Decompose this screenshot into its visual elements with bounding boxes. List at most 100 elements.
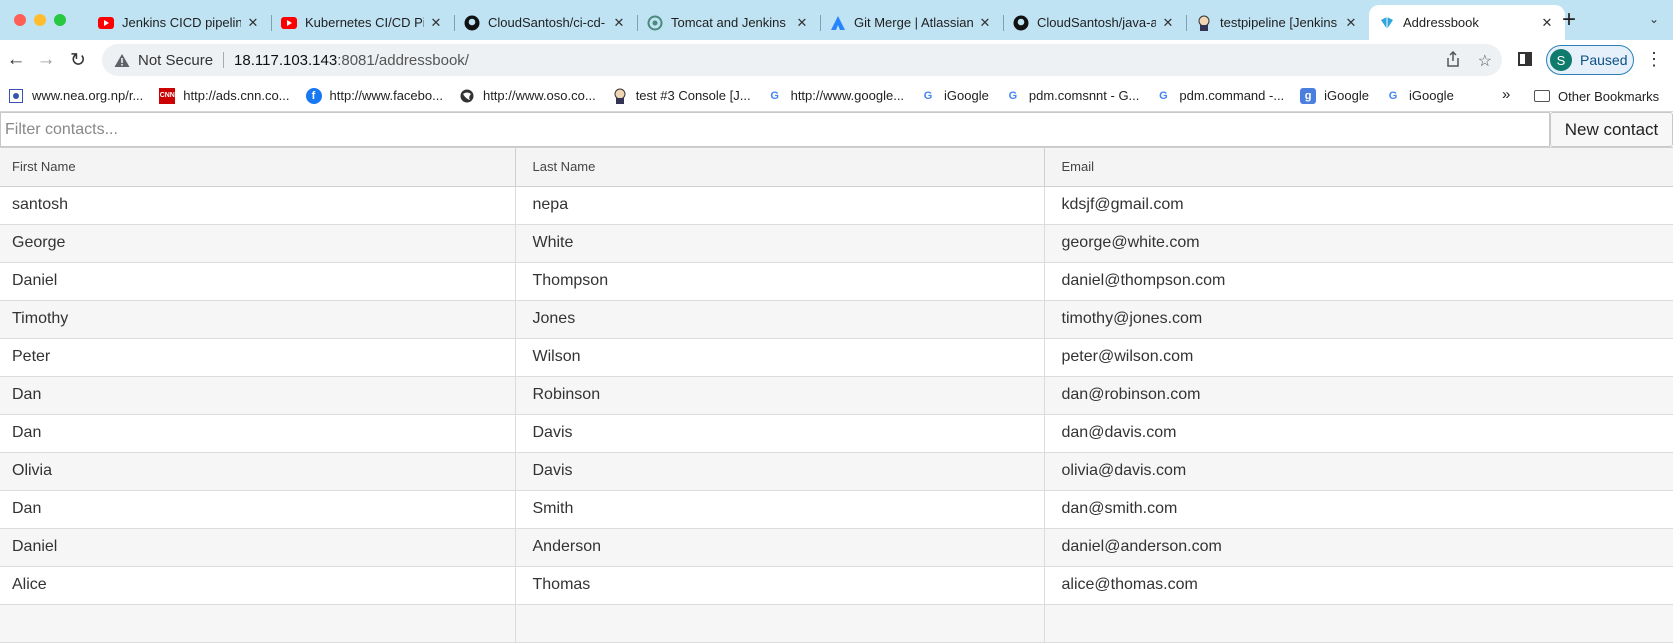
google-icon: G	[770, 89, 779, 102]
tab-jenkins-cicd[interactable]: Jenkins CICD pipeline ✕	[88, 5, 271, 40]
profile-button[interactable]: S Paused	[1546, 45, 1634, 75]
last-name-cell: Smith	[515, 490, 1045, 529]
new-contact-button[interactable]: New contact	[1550, 112, 1673, 147]
last-name-cell: Jones	[515, 300, 1045, 339]
table-row[interactable]: Dan Davis dan@davis.com	[0, 414, 1673, 453]
bookmark-item[interactable]: G iGoogle	[1377, 88, 1462, 104]
side-panel-icon[interactable]	[1518, 52, 1532, 66]
email-cell: dan@smith.com	[1044, 490, 1673, 529]
close-tab-icon[interactable]: ✕	[1160, 15, 1176, 31]
tabs: Jenkins CICD pipeline ✕ Kubernetes CI/CD…	[88, 5, 1565, 40]
google-icon: G	[923, 89, 933, 102]
new-tab-icon[interactable]: +	[1562, 6, 1576, 34]
jenkins-icon	[1196, 15, 1212, 31]
table-row[interactable]: Dan Smith dan@smith.com	[0, 490, 1673, 529]
table-row[interactable]: Alice Thomas alice@thomas.com	[0, 566, 1673, 605]
bookmark-item[interactable]: test #3 Console [J...	[604, 88, 759, 104]
browser-toolbar: ← → ↻ Not Secure 18.117.103.143:8081/add…	[0, 40, 1673, 80]
bookmark-item[interactable]: f http://www.facebo...	[298, 87, 451, 104]
profile-status: Paused	[1580, 52, 1628, 68]
bookmark-item[interactable]: g iGoogle	[1292, 87, 1377, 104]
warning-icon[interactable]	[114, 52, 130, 68]
back-arrow-icon[interactable]: ←	[4, 48, 28, 72]
url-host: 18.117.103.143	[234, 51, 338, 69]
tab-addressbook[interactable]: Addressbook ✕	[1369, 5, 1565, 40]
close-tab-icon[interactable]: ✕	[794, 15, 810, 31]
email-cell: dan@robinson.com	[1044, 376, 1673, 415]
address-bar[interactable]: Not Secure 18.117.103.143:8081/addressbo…	[102, 44, 1502, 76]
bookmark-item[interactable]: CNN http://ads.cnn.co...	[151, 87, 297, 104]
table-row[interactable]: Peter Wilson peter@wilson.com	[0, 338, 1673, 377]
not-secure-label[interactable]: Not Secure	[138, 52, 213, 69]
table-row[interactable]: George White george@white.com	[0, 224, 1673, 263]
tab-git-merge[interactable]: Git Merge | Atlassian ✕	[820, 5, 1003, 40]
table-header-row: First Name Last Name Email	[0, 148, 1673, 187]
url-path: :8081/addressbook/	[337, 51, 469, 69]
first-name-cell: Dan	[0, 490, 516, 529]
email-cell: dan@davis.com	[1044, 414, 1673, 453]
table-row[interactable]: Daniel Anderson daniel@anderson.com	[0, 528, 1673, 567]
close-tab-icon[interactable]: ✕	[245, 15, 261, 31]
google-icon: G	[1159, 89, 1168, 102]
tab-github-ci-cd[interactable]: CloudSantosh/ci-cd- ✕	[454, 5, 637, 40]
bookmark-item[interactable]: G iGoogle	[912, 88, 997, 104]
email-cell: olivia@davis.com	[1044, 452, 1673, 491]
atlassian-icon	[830, 15, 846, 31]
column-header-email[interactable]: Email	[1044, 148, 1673, 187]
table-row[interactable]	[0, 604, 1673, 643]
table-row[interactable]: Olivia Davis olivia@davis.com	[0, 452, 1673, 491]
first-name-cell: santosh	[0, 186, 516, 225]
bookmark-star-icon[interactable]: ☆	[1478, 51, 1492, 72]
facebook-icon: f	[305, 87, 322, 104]
last-name-cell: Thomas	[515, 566, 1045, 605]
close-tab-icon[interactable]: ✕	[428, 15, 444, 31]
share-icon[interactable]	[1446, 50, 1460, 72]
reload-icon[interactable]: ↻	[66, 48, 90, 72]
last-name-cell: Davis	[515, 452, 1045, 491]
first-name-cell: Daniel	[0, 528, 516, 567]
table-row[interactable]: Timothy Jones timothy@jones.com	[0, 300, 1673, 339]
column-header-last-name[interactable]: Last Name	[515, 148, 1045, 187]
bookmark-item[interactable]: http://www.oso.co...	[451, 88, 604, 104]
browser-menu-icon[interactable]: ⋮	[1645, 50, 1663, 68]
close-tab-icon[interactable]: ✕	[1343, 15, 1359, 31]
close-tab-icon[interactable]: ✕	[1539, 15, 1555, 31]
tab-kubernetes[interactable]: Kubernetes CI/CD Pipeline ✕	[271, 5, 454, 40]
tab-github-java[interactable]: CloudSantosh/java-a ✕	[1003, 5, 1186, 40]
first-name-cell: Dan	[0, 414, 516, 453]
last-name-cell: White	[515, 224, 1045, 263]
column-header-first-name[interactable]: First Name	[0, 148, 516, 187]
zoom-window-button[interactable]	[54, 14, 66, 26]
addressbook-icon	[1379, 15, 1395, 31]
window-controls	[14, 14, 66, 26]
minimize-window-button[interactable]	[34, 14, 46, 26]
close-tab-icon[interactable]: ✕	[611, 15, 627, 31]
filter-contacts-input[interactable]	[0, 112, 1550, 147]
close-tab-icon[interactable]: ✕	[977, 15, 993, 31]
forward-arrow-icon[interactable]: →	[34, 48, 58, 72]
avatar: S	[1550, 49, 1572, 71]
tab-testpipeline[interactable]: testpipeline [Jenkins ✕	[1186, 5, 1369, 40]
more-bookmarks-icon[interactable]: »	[1502, 86, 1510, 103]
other-bookmarks[interactable]: Other Bookmarks	[1534, 80, 1659, 112]
table-row[interactable]: Dan Robinson dan@robinson.com	[0, 376, 1673, 415]
last-name-cell: Anderson	[515, 528, 1045, 567]
first-name-cell: Olivia	[0, 452, 516, 491]
bookmarks-bar: www.nea.org.np/r... CNN http://ads.cnn.c…	[0, 80, 1673, 112]
nea-icon	[8, 88, 24, 104]
table-row[interactable]: Daniel Thompson daniel@thompson.com	[0, 262, 1673, 301]
email-cell: kdsjf@gmail.com	[1044, 186, 1673, 225]
email-cell: timothy@jones.com	[1044, 300, 1673, 339]
bookmark-item[interactable]: G http://www.google...	[759, 88, 912, 104]
email-cell: george@white.com	[1044, 224, 1673, 263]
close-window-button[interactable]	[14, 14, 26, 26]
contacts-table: First Name Last Name Email santosh nepa kd…	[0, 148, 1673, 643]
bookmark-item[interactable]: G pdm.command -...	[1147, 88, 1292, 104]
last-name-cell: nepa	[515, 186, 1045, 225]
bookmark-item[interactable]: www.nea.org.np/r...	[0, 88, 151, 104]
table-row[interactable]: santosh nepa kdsjf@gmail.com	[0, 186, 1673, 225]
bookmark-item[interactable]: G pdm.comsnnt - G...	[997, 88, 1148, 104]
tab-tomcat-jenkins[interactable]: Tomcat and Jenkins ✕	[637, 5, 820, 40]
first-name-cell: Dan	[0, 376, 516, 415]
tab-search-icon[interactable]: ⌄	[1649, 12, 1659, 26]
